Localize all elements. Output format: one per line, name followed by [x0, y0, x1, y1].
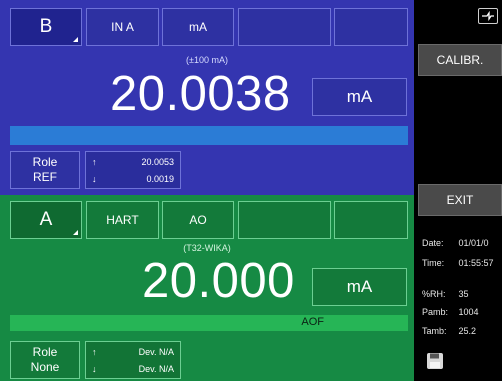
channel-a-role-title: Role — [32, 345, 58, 359]
channel-a-reading: 20.000 — [142, 254, 295, 308]
channel-b-reading-unit-button[interactable]: mA — [312, 78, 407, 116]
save-icon[interactable] — [426, 352, 444, 375]
power-plug-icon[interactable] — [478, 8, 498, 24]
channel-b-unit-label: mA — [189, 20, 207, 34]
rh-label: %RH: — [422, 289, 446, 299]
date-value: 01/01/0 — [458, 238, 489, 248]
channel-b-stat-up-value: 20.0053 — [141, 156, 174, 167]
channel-b-function-button[interactable]: IN A — [86, 8, 159, 46]
arrow-down-icon: ↓ — [92, 173, 97, 184]
channel-b-stat-down-row: ↓ 0.0019 — [86, 170, 180, 187]
channel-a-stats-box: ↑ Dev. N/A ↓ Dev. N/A — [85, 341, 181, 379]
channel-a-role-value: None — [30, 360, 60, 374]
pamb-label: Pamb: — [422, 307, 449, 317]
channel-b-progress-bar — [10, 126, 408, 145]
channel-a-stat-up-row: ↑ Dev. N/A — [86, 343, 180, 360]
arrow-up-icon: ↑ — [92, 346, 97, 357]
channel-b-role-button[interactable]: Role REF — [10, 151, 80, 189]
channel-a-role-button[interactable]: Role None — [10, 341, 80, 379]
time-label: Time: — [422, 258, 445, 268]
channel-a-label: A — [39, 209, 53, 230]
exit-button[interactable]: EXIT — [418, 184, 502, 216]
channel-b-reading-unit: mA — [346, 87, 373, 106]
side-panel: CALIBR. EXIT Date: 01/01/0 Time: 01:55:5… — [414, 0, 502, 381]
channel-a-function-label: HART — [106, 213, 139, 227]
channel-b-function-label: IN A — [111, 20, 134, 34]
channel-b-empty-button-1[interactable] — [238, 8, 331, 46]
channel-a-mode-label: AO — [189, 213, 207, 227]
channel-a-status-bar: AOF — [10, 315, 408, 331]
channel-a-stat-down-row: ↓ Dev. N/A — [86, 360, 180, 377]
rh-value: 35 — [458, 289, 469, 299]
dropdown-corner-icon — [73, 37, 78, 42]
channel-b-reading: 20.0038 — [110, 67, 291, 121]
channel-a-reading-unit: mA — [346, 277, 373, 296]
channel-b-stats-box: ↑ 20.0053 ↓ 0.0019 — [85, 151, 181, 189]
channel-b-empty-button-2[interactable] — [334, 8, 408, 46]
channel-a-reading-unit-button[interactable]: mA — [312, 268, 407, 306]
date-label: Date: — [422, 238, 444, 248]
time-value: 01:55:57 — [458, 258, 494, 268]
arrow-up-icon: ↑ — [92, 156, 97, 167]
channel-b-unit-button[interactable]: mA — [162, 8, 234, 46]
channel-b-stat-down-value: 0.0019 — [146, 173, 174, 184]
channel-b-role-value: REF — [33, 170, 57, 184]
exit-label: EXIT — [446, 193, 474, 207]
channel-a-select-button[interactable]: A — [10, 201, 82, 239]
dropdown-corner-icon — [73, 230, 78, 235]
channel-a-mode-button[interactable]: AO — [162, 201, 234, 239]
arrow-down-icon: ↓ — [92, 363, 97, 374]
calibr-button[interactable]: CALIBR. — [418, 44, 502, 76]
channel-a-stat-down-value: Dev. N/A — [138, 363, 174, 374]
channel-a-device: (T32-WIKA) — [183, 243, 231, 253]
rh-readout: %RH: 35 — [422, 289, 469, 299]
channel-b-stat-up-row: ↑ 20.0053 — [86, 153, 180, 170]
channel-a-empty-button-2[interactable] — [334, 201, 408, 239]
tamb-value: 25.2 — [458, 326, 477, 336]
channel-b-panel: B IN A mA (±100 mA) 20.0038 mA Role REF … — [0, 0, 414, 195]
channel-a-function-button[interactable]: HART — [86, 201, 159, 239]
tamb-readout: Tamb: 25.2 — [422, 326, 476, 336]
channel-a-stat-up-value: Dev. N/A — [138, 346, 174, 357]
date-readout: Date: 01/01/0 — [422, 238, 489, 248]
channel-b-role-title: Role — [32, 155, 58, 169]
tamb-label: Tamb: — [422, 326, 447, 336]
channel-a-status-label: AOF — [301, 316, 324, 328]
channel-b-range: (±100 mA) — [186, 55, 228, 65]
pamb-readout: Pamb: 1004 — [422, 307, 479, 317]
calibr-label: CALIBR. — [436, 53, 484, 67]
channel-b-select-button[interactable]: B — [10, 8, 82, 46]
channel-a-empty-button-1[interactable] — [238, 201, 331, 239]
channel-b-label: B — [39, 16, 53, 37]
time-readout: Time: 01:55:57 — [422, 258, 494, 268]
pamb-value: 1004 — [458, 307, 479, 317]
